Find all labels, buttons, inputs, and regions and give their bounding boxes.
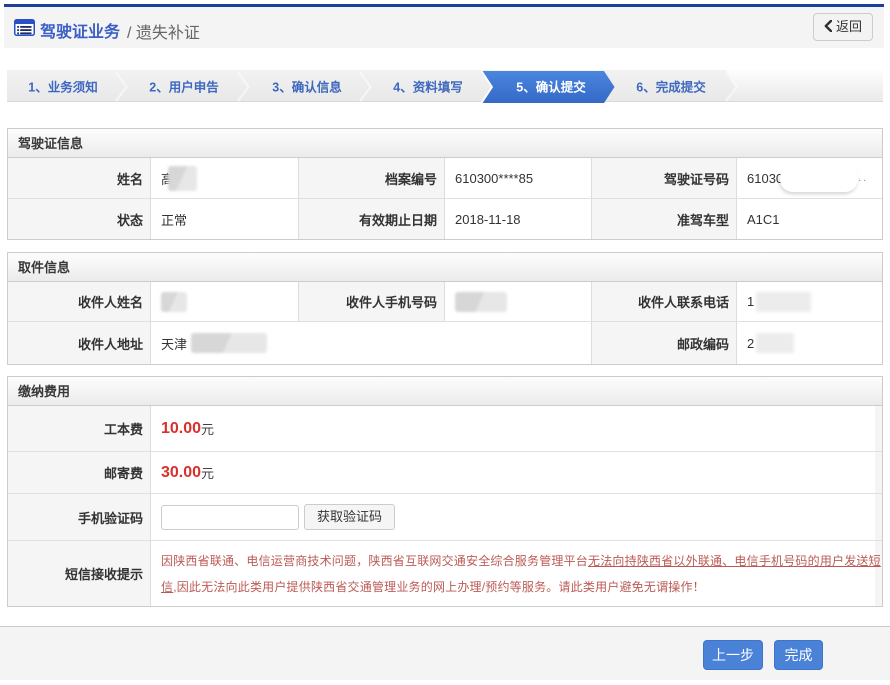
svg-text:5、确认提交: 5、确认提交	[516, 80, 586, 95]
svg-text:3、确认信息: 3、确认信息	[272, 80, 342, 95]
svg-text:2、用户申告: 2、用户申告	[149, 80, 219, 95]
svg-text:6、完成提交: 6、完成提交	[636, 80, 706, 95]
svg-text:4、资料填写: 4、资料填写	[393, 80, 462, 95]
svg-text:1、业务须知: 1、业务须知	[28, 80, 97, 95]
